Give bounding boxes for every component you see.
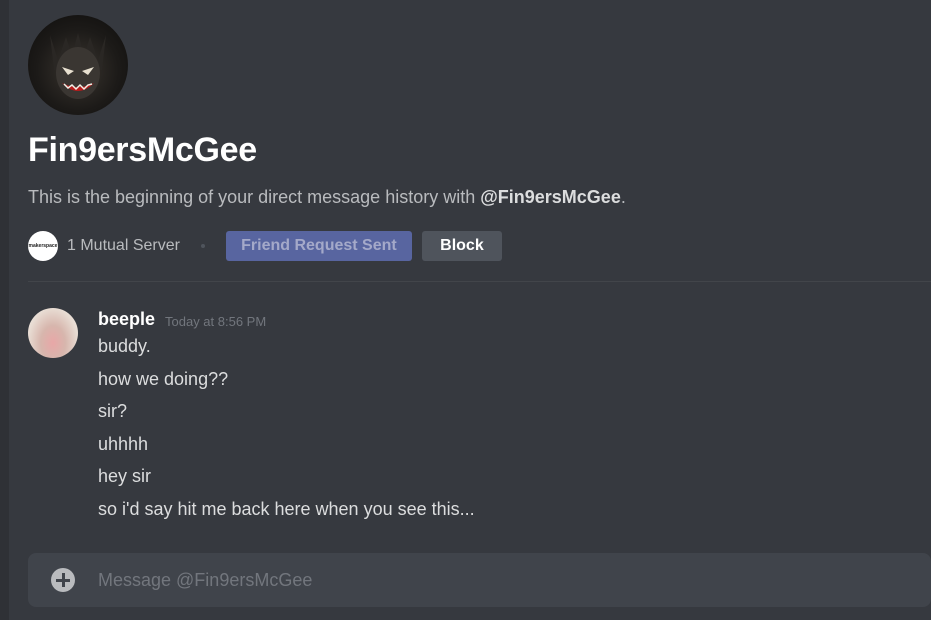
dm-intro-text: This is the beginning of your direct mes… xyxy=(28,187,626,208)
message-composer xyxy=(28,553,931,607)
intro-prefix: This is the beginning of your direct mes… xyxy=(28,187,481,207)
message-author-avatar[interactable] xyxy=(28,308,78,358)
friend-request-sent-button[interactable]: Friend Request Sent xyxy=(225,231,412,261)
profile-actions-row: makerspace 1 Mutual Server Friend Reques… xyxy=(28,231,502,261)
message-text: buddy. xyxy=(98,336,151,356)
intro-mention: @Fin9ersMcGee xyxy=(480,187,621,207)
message-timestamp: Today at 8:56 PM xyxy=(165,314,267,329)
message-text: uhhhh xyxy=(98,434,149,454)
message-input[interactable] xyxy=(98,553,898,607)
add-attachment-icon[interactable] xyxy=(51,568,75,592)
separator-dot xyxy=(200,244,205,248)
batman-who-laughs-avatar-image xyxy=(50,33,106,99)
block-button[interactable]: Block xyxy=(421,231,502,261)
profile-avatar[interactable] xyxy=(28,15,128,115)
message-text: hey sir xyxy=(98,466,152,486)
profile-username: Fin9ersMcGee xyxy=(28,131,257,169)
server-icon-text: makerspace xyxy=(28,243,58,249)
mutual-servers-link[interactable]: 1 Mutual Server xyxy=(67,237,180,255)
mutual-server-icon[interactable]: makerspace xyxy=(28,231,58,261)
dm-channel: Fin9ersMcGee This is the beginning of yo… xyxy=(9,0,931,620)
server-sidebar-edge xyxy=(0,0,9,620)
message-text: how we doing?? xyxy=(98,369,229,389)
message-text: sir? xyxy=(98,401,128,421)
intro-suffix: . xyxy=(620,187,626,207)
message-text: so i'd say hit me back here when you see… xyxy=(98,499,475,519)
divider xyxy=(28,281,931,282)
message-author-name[interactable]: beeple xyxy=(98,309,155,330)
